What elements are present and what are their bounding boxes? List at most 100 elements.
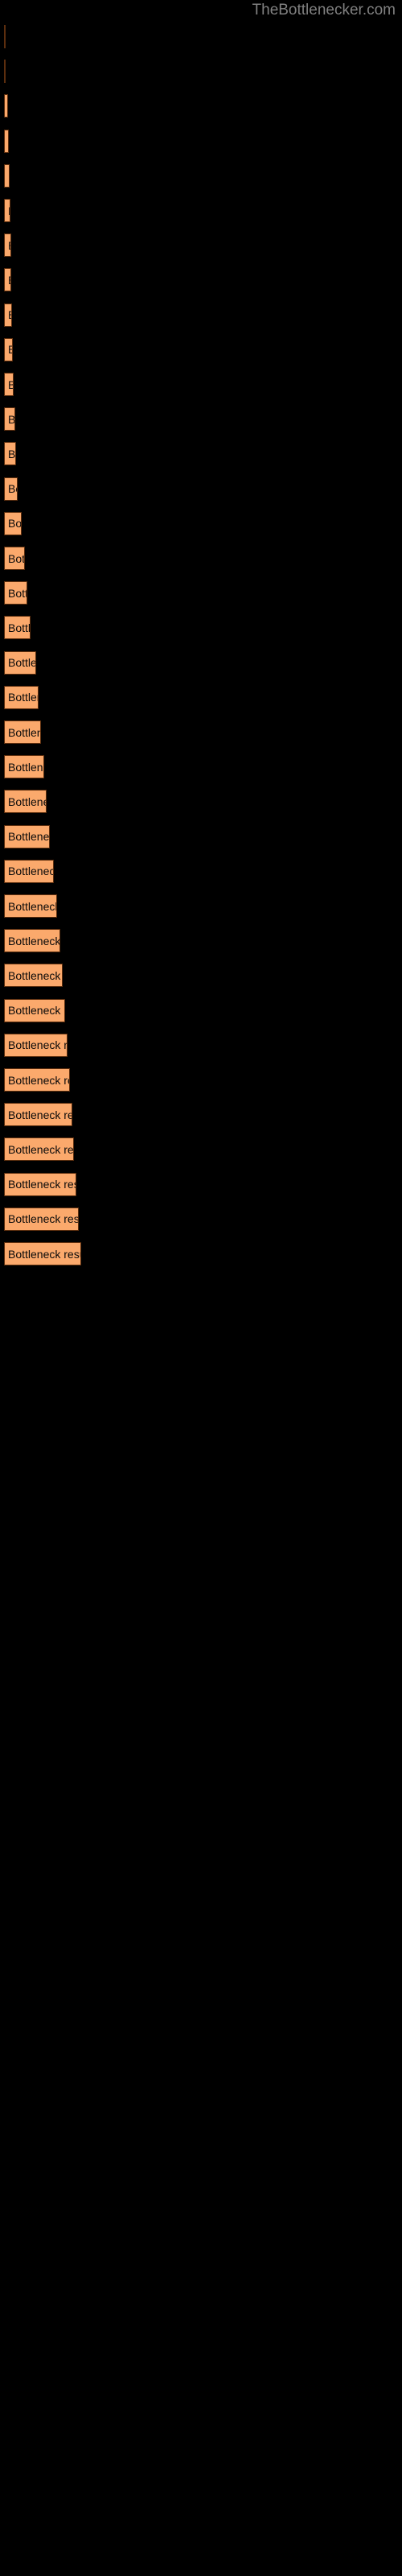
bar-row: Bottleneck result	[4, 964, 402, 988]
bar-label: Bottleneck result	[8, 795, 46, 808]
bar[interactable]: Bottleneck result	[4, 824, 50, 848]
bar-row: Bottleneck result	[4, 824, 402, 848]
bar-label: Bottleneck result	[8, 517, 22, 530]
bar[interactable]: Bottleneck result	[4, 616, 31, 640]
bar-row: Bottleneck result	[4, 755, 402, 779]
bar[interactable]: Bottleneck result	[4, 859, 54, 883]
bar-row: Bottleneck result	[4, 929, 402, 953]
bar-label: Bottleneck result	[8, 343, 12, 356]
bar-label: Bottleneck result	[8, 551, 25, 565]
bar-row: Bottleneck result	[4, 894, 402, 918]
bar-label: Bottleneck result	[8, 934, 60, 947]
bar-label: Bottleneck result	[8, 725, 40, 739]
bar-label: Bottleneck result	[8, 760, 43, 774]
bar-label: Bottleneck result	[8, 308, 11, 321]
bar-row: Bottleneck result	[4, 1068, 402, 1092]
bar-row: Bottleneck result	[4, 268, 402, 292]
bar-label: Bottleneck result	[8, 899, 57, 913]
bar-label: Bottleneck result	[8, 691, 38, 704]
bar-label: Bottleneck result	[8, 865, 53, 878]
bar-row: Bottleneck result	[4, 407, 402, 431]
bar-label: Bottleneck result	[8, 239, 10, 252]
bar[interactable]: Bottleneck result	[4, 929, 60, 953]
bar[interactable]: Bottleneck result	[4, 477, 18, 501]
bar-label: Bottleneck result	[8, 1004, 64, 1018]
bar-row: Bottleneck result	[4, 94, 402, 118]
bar-label: Bottleneck result	[8, 274, 10, 287]
bar-label: Bottleneck result	[8, 586, 27, 600]
bar-label: Bottleneck result	[8, 447, 16, 460]
bar[interactable]: Bottleneck result	[4, 303, 12, 327]
bar-row: Bottleneck result	[4, 616, 402, 640]
bar-label: Bottleneck result	[8, 378, 13, 391]
bar[interactable]: Bottleneck result	[4, 163, 10, 188]
bar-row: Bottleneck result	[4, 650, 402, 675]
bar-label: Bottleneck result	[8, 169, 9, 182]
bar[interactable]: Bottleneck result	[4, 1242, 81, 1265]
bar-row: Bottleneck result	[4, 477, 402, 501]
bar-label: Bottleneck result	[8, 1038, 68, 1052]
bar-label: Bottleneck result	[8, 1247, 80, 1261]
bar[interactable]: Bottleneck result	[4, 337, 13, 361]
bar-label: Bottleneck result	[8, 968, 62, 982]
bar-row: Bottleneck result	[4, 859, 402, 883]
bar[interactable]: Bottleneck result	[4, 25, 6, 48]
bar[interactable]: Bottleneck result	[4, 129, 9, 153]
bar-row: Bottleneck result	[4, 511, 402, 535]
bar-label: Bottleneck result	[8, 656, 35, 670]
bar[interactable]: Bottleneck result	[4, 894, 57, 918]
bar-row: Bottleneck result	[4, 998, 402, 1022]
bar[interactable]: Bottleneck result	[4, 755, 44, 779]
bar-row: Bottleneck result	[4, 1103, 402, 1127]
bar-label: Bottleneck result	[8, 412, 15, 426]
bar-row: Bottleneck result	[4, 233, 402, 258]
bar[interactable]: Bottleneck result	[4, 407, 15, 431]
bar[interactable]: Bottleneck result	[4, 268, 11, 292]
bar[interactable]: Bottleneck result	[4, 581, 27, 605]
bar[interactable]: Bottleneck result	[4, 442, 16, 466]
bar-label: Bottleneck result	[8, 1108, 72, 1121]
bar-row: Bottleneck result	[4, 373, 402, 396]
bar-row: Bottleneck result	[4, 790, 402, 814]
bar[interactable]: Bottleneck result	[4, 199, 10, 222]
bar[interactable]: Bottleneck result	[4, 1137, 74, 1162]
bar[interactable]: Bottleneck result	[4, 685, 39, 709]
bar-label: Bottleneck result	[8, 482, 17, 496]
bar-label: Bottleneck result	[8, 621, 31, 634]
bar-label: Bottleneck result	[8, 1212, 79, 1226]
bar-row: Bottleneck result	[4, 581, 402, 605]
bar[interactable]: Bottleneck result	[4, 373, 14, 396]
bar[interactable]: Bottleneck result	[4, 233, 11, 258]
bar-row: Bottleneck result	[4, 1137, 402, 1162]
bar-row: Bottleneck result	[4, 547, 402, 570]
bar[interactable]: Bottleneck result	[4, 60, 6, 84]
bar-label: Bottleneck result	[8, 1178, 76, 1191]
bar-row: Bottleneck result	[4, 25, 402, 48]
bar[interactable]: Bottleneck result	[4, 720, 41, 744]
bar[interactable]: Bottleneck result	[4, 1068, 70, 1092]
bar-row: Bottleneck result	[4, 163, 402, 188]
bar[interactable]: Bottleneck result	[4, 1103, 72, 1127]
bar-row: Bottleneck result	[4, 1207, 402, 1231]
bar-row: Bottleneck result	[4, 60, 402, 84]
bar[interactable]: Bottleneck result	[4, 547, 25, 570]
bar[interactable]: Bottleneck result	[4, 998, 65, 1022]
bar-row: Bottleneck result	[4, 1033, 402, 1057]
bar-row: Bottleneck result	[4, 720, 402, 744]
bar-row: Bottleneck result	[4, 129, 402, 153]
bar[interactable]: Bottleneck result	[4, 650, 36, 675]
bar[interactable]: Bottleneck result	[4, 1033, 68, 1057]
bar-row: Bottleneck result	[4, 199, 402, 222]
bar[interactable]: Bottleneck result	[4, 964, 63, 988]
bar-row: Bottleneck result	[4, 685, 402, 709]
bar[interactable]: Bottleneck result	[4, 511, 22, 535]
bar[interactable]: Bottleneck result	[4, 1207, 79, 1231]
bar[interactable]: Bottleneck result	[4, 94, 8, 118]
bar-label: Bottleneck result	[8, 1073, 69, 1087]
bar-row: Bottleneck result	[4, 1172, 402, 1196]
bar[interactable]: Bottleneck result	[4, 790, 47, 814]
bar[interactable]: Bottleneck result	[4, 1172, 76, 1196]
bar-label: Bottleneck result	[8, 204, 10, 217]
bar-row: Bottleneck result	[4, 337, 402, 361]
bottleneck-bar-chart: Bottleneck result Bottleneck result Bottle…	[0, 0, 402, 2576]
